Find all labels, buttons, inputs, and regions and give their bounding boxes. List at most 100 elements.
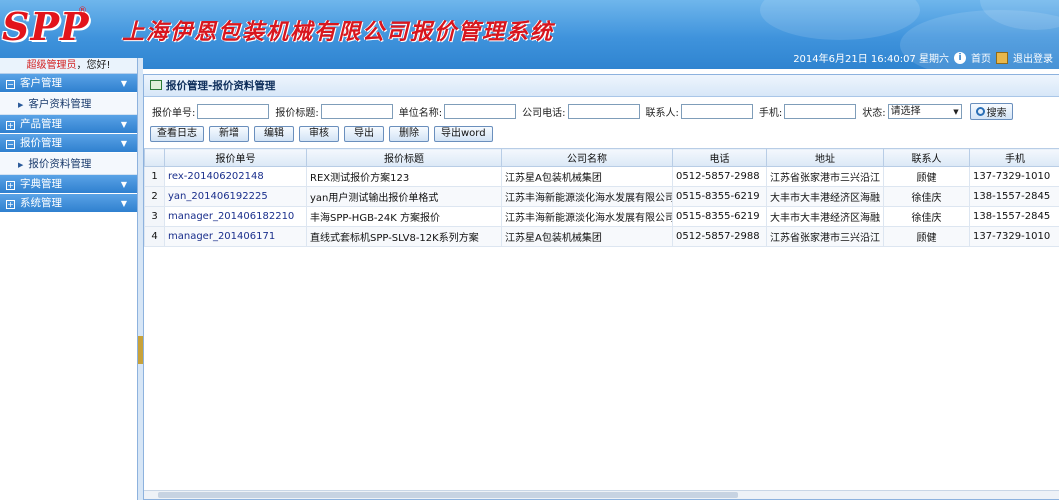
row-index: 1 xyxy=(144,166,165,187)
mobile-cell: 138-1557-2845 xyxy=(969,186,1059,207)
row-index: 3 xyxy=(144,206,165,227)
export-button[interactable]: 导出 xyxy=(344,126,384,142)
company-label: 单位名称: xyxy=(398,107,443,119)
export-word-button[interactable]: 导出word xyxy=(434,126,493,142)
horizontal-scrollbar[interactable] xyxy=(144,490,1059,499)
quote-no-cell[interactable]: manager_201406171 xyxy=(164,226,307,247)
address-cell: 大丰市大丰港经济区海融 xyxy=(766,186,884,207)
company-phone-input[interactable] xyxy=(567,103,640,119)
app-header: SPP ® 上海伊恩包装机械有限公司报价管理系统 2014年6月21日 16:4… xyxy=(0,0,1059,69)
quote-no-input[interactable] xyxy=(197,103,270,119)
quote-title-cell: 丰海SPP-HGB-24K 方案报价 xyxy=(306,206,502,227)
home-icon[interactable]: i xyxy=(954,51,966,64)
quote-no-label: 报价单号: xyxy=(152,107,196,119)
sidebar-group-label: 报价管理 xyxy=(20,137,62,149)
quote-no-cell[interactable]: manager_201406182210 xyxy=(164,206,307,227)
contact-cell: 徐佳庆 xyxy=(883,206,970,227)
mobile-cell: 137-7329-1010 xyxy=(969,166,1059,187)
status-select[interactable]: 请选择 ▼ xyxy=(887,103,962,119)
company-phone-label: 公司电话: xyxy=(522,107,566,119)
col-header-company[interactable]: 公司名称 xyxy=(501,148,673,167)
search-button-label: 搜索 xyxy=(986,107,1007,119)
col-header-mobile[interactable]: 手机 xyxy=(969,148,1059,167)
sidebar-group-customers[interactable]: − 客户管理 ▼ xyxy=(0,74,137,93)
contact-cell: 顾健 xyxy=(883,166,970,187)
expand-icon: + xyxy=(6,121,15,130)
address-cell: 江苏省张家港市三兴沿江 xyxy=(766,166,884,187)
chevron-down-icon: ▼ xyxy=(120,199,127,208)
logout-icon[interactable] xyxy=(996,51,1008,64)
system-title: 上海伊恩包装机械有限公司报价管理系统 xyxy=(122,19,555,45)
col-header-contact[interactable]: 联系人 xyxy=(883,148,970,167)
quote-title-cell: yan用户测试输出报价单格式 xyxy=(306,186,502,207)
logo-registered-mark: ® xyxy=(78,6,87,16)
phone-cell: 0515-8355-6219 xyxy=(672,206,767,227)
sidebar-item-quote-data[interactable]: ▶ 报价资料管理 xyxy=(0,153,137,175)
row-index: 2 xyxy=(144,186,165,207)
phone-cell: 0515-8355-6219 xyxy=(672,186,767,207)
sidebar-group-system[interactable]: + 系统管理 ▼ xyxy=(0,194,137,213)
form-icon xyxy=(150,80,162,90)
quote-title-label: 报价标题: xyxy=(275,107,319,119)
chevron-down-icon: ▼ xyxy=(120,139,127,148)
table-header: 报价单号 报价标题 公司名称 电话 地址 联系人 手机 xyxy=(144,148,1059,167)
panel-title-bar: 报价管理-报价资料管理 xyxy=(144,75,1059,97)
mobile-input[interactable] xyxy=(784,103,857,119)
triangle-right-icon: ▶ xyxy=(18,161,24,169)
dropdown-arrow-icon: ▼ xyxy=(953,107,959,116)
chevron-down-icon: ▼ xyxy=(120,120,127,129)
col-header-quote-title[interactable]: 报价标题 xyxy=(306,148,502,167)
company-cell: 江苏丰海新能源淡化海水发展有限公司 xyxy=(501,206,673,227)
add-button[interactable]: 新增 xyxy=(209,126,249,142)
sidebar-group-quotes[interactable]: − 报价管理 ▼ xyxy=(0,134,137,153)
current-user: 超级管理员 xyxy=(26,60,77,71)
sidebar-group-label: 系统管理 xyxy=(20,197,62,209)
audit-button[interactable]: 审核 xyxy=(299,126,339,142)
company-input[interactable] xyxy=(444,103,517,119)
col-header-phone[interactable]: 电话 xyxy=(672,148,767,167)
table-row[interactable]: 2 yan_201406192225 yan用户测试输出报价单格式 江苏丰海新能… xyxy=(144,186,1059,207)
top-bar: 2014年6月21日 16:40:07 星期六 i 首页 退出登录 xyxy=(793,50,1053,65)
quote-title-input[interactable] xyxy=(320,103,393,119)
expand-icon: + xyxy=(6,181,15,190)
view-log-button[interactable]: 查看日志 xyxy=(150,126,204,142)
phone-cell: 0512-5857-2988 xyxy=(672,166,767,187)
logout-link[interactable]: 退出登录 xyxy=(1013,50,1053,65)
mobile-label: 手机: xyxy=(758,107,783,119)
expand-icon: + xyxy=(6,200,15,209)
chevron-down-icon: ▼ xyxy=(120,180,127,189)
table-row[interactable]: 1 rex-201406202148 REX测试报价方案123 江苏星A包装机械… xyxy=(144,166,1059,187)
phone-cell: 0512-5857-2988 xyxy=(672,226,767,247)
contact-input[interactable] xyxy=(680,103,753,119)
sidebar-group-label: 客户管理 xyxy=(20,77,62,89)
search-button[interactable]: 搜索 xyxy=(969,102,1013,120)
quote-no-cell[interactable]: yan_201406192225 xyxy=(164,186,307,207)
contact-cell: 徐佳庆 xyxy=(883,186,970,207)
sidebar-group-label: 字典管理 xyxy=(20,178,62,190)
sidebar-group-label: 产品管理 xyxy=(20,118,62,130)
status-label: 状态: xyxy=(862,107,886,119)
mobile-cell: 137-7329-1010 xyxy=(969,226,1059,247)
sidebar-group-products[interactable]: + 产品管理 ▼ xyxy=(0,115,137,134)
quote-title-cell: REX测试报价方案123 xyxy=(306,166,502,187)
sidebar-group-dictionary[interactable]: + 字典管理 ▼ xyxy=(0,175,137,194)
col-header-address[interactable]: 地址 xyxy=(766,148,884,167)
quote-no-cell[interactable]: rex-201406202148 xyxy=(164,166,307,187)
contact-label: 联系人: xyxy=(645,107,679,119)
home-link[interactable]: 首页 xyxy=(971,50,991,65)
company-cell: 江苏星A包装机械集团 xyxy=(501,226,673,247)
action-toolbar: 查看日志 新增 编辑 审核 导出 删除 导出word xyxy=(150,126,493,142)
table-row[interactable]: 3 manager_201406182210 丰海SPP-HGB-24K 方案报… xyxy=(144,206,1059,227)
address-cell: 江苏省张家港市三兴沿江 xyxy=(766,226,884,247)
scrollbar-thumb[interactable] xyxy=(158,492,738,498)
company-cell: 江苏星A包装机械集团 xyxy=(501,166,673,187)
mobile-cell: 138-1557-2845 xyxy=(969,206,1059,227)
edit-button[interactable]: 编辑 xyxy=(254,126,294,142)
contact-cell: 顾健 xyxy=(883,226,970,247)
col-header-quote-no[interactable]: 报价单号 xyxy=(164,148,307,167)
delete-button[interactable]: 删除 xyxy=(389,126,429,142)
table-row[interactable]: 4 manager_201406171 直线式套标机SPP-SLV8-12K系列… xyxy=(144,226,1059,247)
sidebar-item-customer-data[interactable]: ▶ 客户资料管理 xyxy=(0,93,137,115)
address-cell: 大丰市大丰港经济区海融 xyxy=(766,206,884,227)
welcome-suffix: ，您好! xyxy=(76,60,111,71)
